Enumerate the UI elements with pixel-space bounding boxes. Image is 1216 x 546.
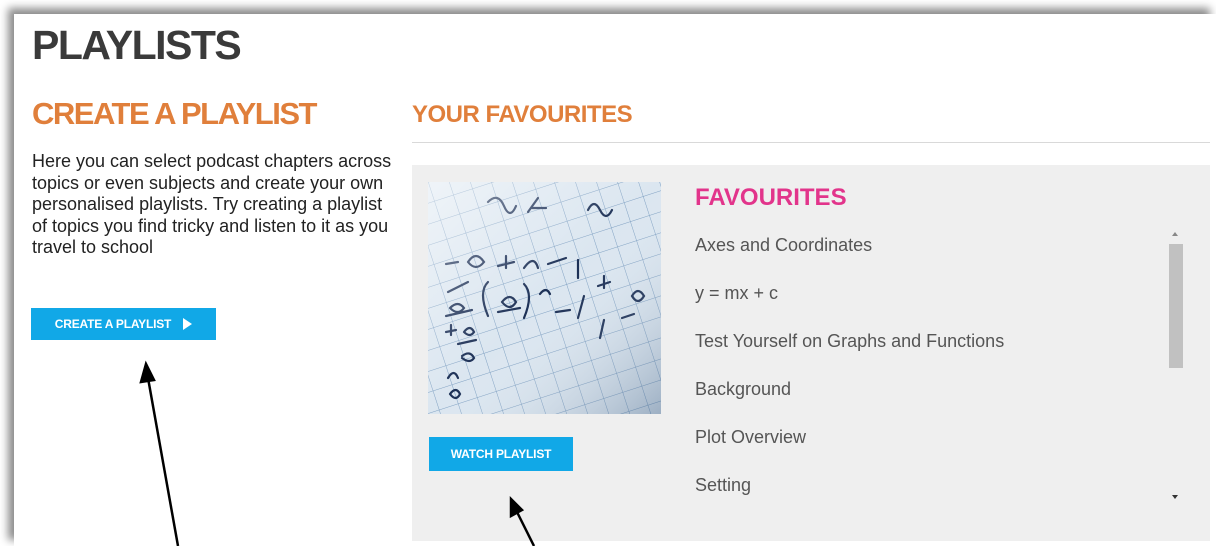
favourites-scrollbar[interactable]: [1168, 228, 1184, 503]
list-item[interactable]: Plot Overview: [695, 414, 1155, 462]
chevron-down-icon[interactable]: [1172, 495, 1178, 499]
section-divider: [412, 142, 1210, 143]
list-item[interactable]: Setting: [695, 462, 1155, 510]
create-playlist-button[interactable]: CREATE A PLAYLIST: [31, 308, 216, 340]
list-item[interactable]: Background: [695, 366, 1155, 414]
math-notebook-image: [428, 182, 661, 414]
create-playlist-button-label: CREATE A PLAYLIST: [54, 317, 172, 331]
watch-playlist-button[interactable]: WATCH PLAYLIST: [429, 437, 573, 471]
play-icon: [183, 318, 193, 330]
list-item[interactable]: Axes and Coordinates: [695, 222, 1155, 270]
chevron-up-icon[interactable]: [1172, 232, 1178, 236]
list-item[interactable]: y = mx + c: [695, 270, 1155, 318]
favourites-list-title: FAVOURITES: [695, 184, 847, 211]
favourites-list: Axes and Coordinates y = mx + c Test You…: [695, 222, 1155, 512]
list-item[interactable]: Test Yourself on Graphs and Functions: [695, 318, 1155, 366]
your-favourites-heading: YOUR FAVOURITES: [412, 101, 633, 128]
scrollbar-thumb[interactable]: [1169, 244, 1183, 368]
create-playlist-heading: CREATE A PLAYLIST: [32, 96, 317, 131]
playlist-thumbnail: [428, 182, 661, 414]
create-playlist-description: Here you can select podcast chapters acr…: [32, 151, 392, 257]
page-title: PLAYLISTS: [32, 22, 242, 68]
